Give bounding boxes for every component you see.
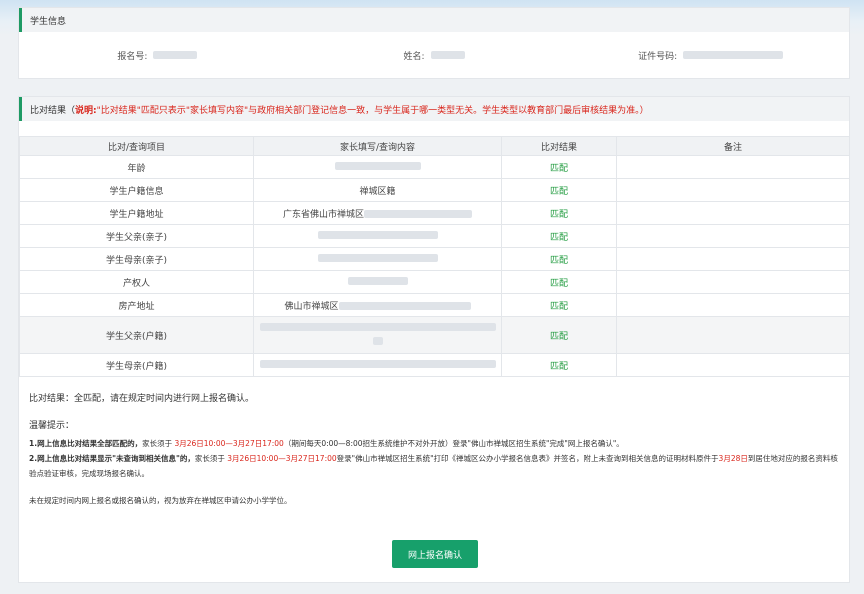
compare-title-text: 比对结果（ (30, 105, 76, 116)
row-remark (616, 293, 850, 317)
row-content-redacted (253, 270, 502, 294)
row-remark (616, 201, 850, 225)
row-result: 匹配 (501, 224, 617, 248)
row-remark (616, 178, 850, 202)
tip-2-date2: 3月28日 (718, 454, 748, 463)
row-result: 匹配 (501, 353, 617, 377)
row-content-redacted (253, 316, 502, 354)
row-remark (616, 270, 850, 294)
compare-result-panel: 比对结果（ 说明: "比对结果"匹配只表示"家长填写内容"与政府相关部门登记信息一致… (18, 96, 850, 583)
table-row: 学生户籍信息 禅城区籍 匹配 (19, 178, 850, 202)
row-item: 房产地址 (19, 293, 254, 317)
row-item: 年龄 (19, 155, 254, 179)
row-content: 佛山市禅城区 (253, 293, 502, 317)
row-item: 学生母亲(亲子) (19, 247, 254, 271)
tip-1-bold: 1.网上信息比对结果全部匹配的， (29, 439, 143, 448)
row-content-redacted (253, 353, 502, 377)
tip-1-text: 家长须于 (142, 439, 175, 448)
row-result: 匹配 (501, 247, 617, 271)
table-row: 产权人 匹配 (19, 270, 850, 294)
tip-2-date: 3月26日10:00—3月27日17:00 (227, 454, 337, 463)
tip-2: 2.网上信息比对结果显示"未查询到相关信息"的，家长须于 3月26日10:00—… (29, 451, 839, 481)
tip-2-text2: 登录"佛山市禅城区招生系统"打印《禅城区公办小学报名信息表》并签名，附上未查询到… (336, 454, 719, 463)
row-content-redacted (253, 247, 502, 271)
id-number-value-redacted (683, 51, 784, 59)
compare-result-title: 比对结果（ 说明: "比对结果"匹配只表示"家长填写内容"与政府相关部门登记信息一致… (19, 97, 849, 121)
table-row: 学生母亲(亲子) 匹配 (19, 247, 850, 271)
registration-number-value-redacted (153, 51, 198, 59)
tip-1-date: 3月26日10:00—3月27日17:00 (174, 439, 284, 448)
tip-2-text: 家长须于 (194, 454, 228, 463)
online-registration-confirm-button[interactable]: 网上报名确认 (392, 540, 478, 568)
row-content: 广东省佛山市禅城区 (253, 201, 502, 225)
student-info-title: 学生信息 (19, 8, 849, 32)
column-header-remark: 备注 (616, 136, 850, 156)
student-info-row: 报名号: 姓名: 证件号码: (19, 32, 849, 78)
row-item: 学生户籍信息 (19, 178, 254, 202)
row-remark (616, 316, 850, 354)
column-header-result: 比对结果 (501, 136, 617, 156)
row-result: 匹配 (501, 178, 617, 202)
row-remark (616, 155, 850, 179)
row-content-text: 广东省佛山市禅城区 (282, 209, 364, 220)
row-content: 禅城区籍 (253, 178, 502, 202)
table-row: 年龄 匹配 (19, 155, 850, 179)
compare-table: 比对/查询项目 家长填写/查询内容 比对结果 备注 年龄 匹配 学生户籍信息 禅… (19, 136, 850, 377)
row-result: 匹配 (501, 155, 617, 179)
name-field: 姓名: (296, 49, 573, 62)
table-row: 房产地址 佛山市禅城区 匹配 (19, 293, 850, 317)
row-content-text: 佛山市禅城区 (284, 301, 339, 312)
student-info-panel: 学生信息 报名号: 姓名: 证件号码: (18, 7, 850, 79)
forfeit-note: 未在规定时间内网上报名或报名确认的，视为放弃在禅城区申请公办小学学位。 (29, 496, 292, 505)
compare-summary: 比对结果：全匹配，请在规定时间内进行网上报名确认。 (29, 394, 255, 404)
row-item: 学生户籍地址 (19, 201, 254, 225)
registration-number-field: 报名号: (19, 49, 296, 62)
tip-1: 1.网上信息比对结果全部匹配的，家长须于 3月26日10:00—3月27日17:… (29, 436, 839, 451)
row-item: 学生父亲(亲子) (19, 224, 254, 248)
row-result: 匹配 (501, 201, 617, 225)
column-header-content: 家长填写/查询内容 (253, 136, 502, 156)
id-number-field: 证件号码: (572, 49, 849, 62)
tips-title: 温馨提示： (29, 421, 75, 431)
tip-1-text2: （期间每天0:00—8:00招生系统维护不对外开放）登录"佛山市禅城区招生系统"… (283, 439, 624, 448)
row-item: 产权人 (19, 270, 254, 294)
row-content-redacted (253, 224, 502, 248)
name-value-redacted (430, 51, 465, 59)
row-result: 匹配 (501, 293, 617, 317)
table-header-row: 比对/查询项目 家长填写/查询内容 比对结果 备注 (19, 136, 850, 156)
registration-number-label: 报名号: (117, 51, 148, 62)
tip-2-bold: 2.网上信息比对结果显示"未查询到相关信息"的， (29, 454, 195, 463)
column-header-item: 比对/查询项目 (19, 136, 254, 156)
name-label: 姓名: (403, 51, 425, 62)
table-row: 学生母亲(户籍) 匹配 (19, 353, 850, 377)
row-content-redacted (253, 155, 502, 179)
table-row: 学生父亲(亲子) 匹配 (19, 224, 850, 248)
row-remark (616, 247, 850, 271)
compare-note-bold: 说明: (75, 105, 97, 116)
row-item: 学生父亲(户籍) (19, 316, 254, 354)
table-row: 学生父亲(户籍) 匹配 (19, 316, 850, 354)
row-result: 匹配 (501, 270, 617, 294)
row-remark (616, 353, 850, 377)
compare-note-text: "比对结果"匹配只表示"家长填写内容"与政府相关部门登记信息一致，与学生属于哪一… (96, 105, 649, 116)
row-remark (616, 224, 850, 248)
row-item: 学生母亲(户籍) (19, 353, 254, 377)
id-number-label: 证件号码: (638, 51, 678, 62)
row-result: 匹配 (501, 316, 617, 354)
table-row: 学生户籍地址 广东省佛山市禅城区 匹配 (19, 201, 850, 225)
